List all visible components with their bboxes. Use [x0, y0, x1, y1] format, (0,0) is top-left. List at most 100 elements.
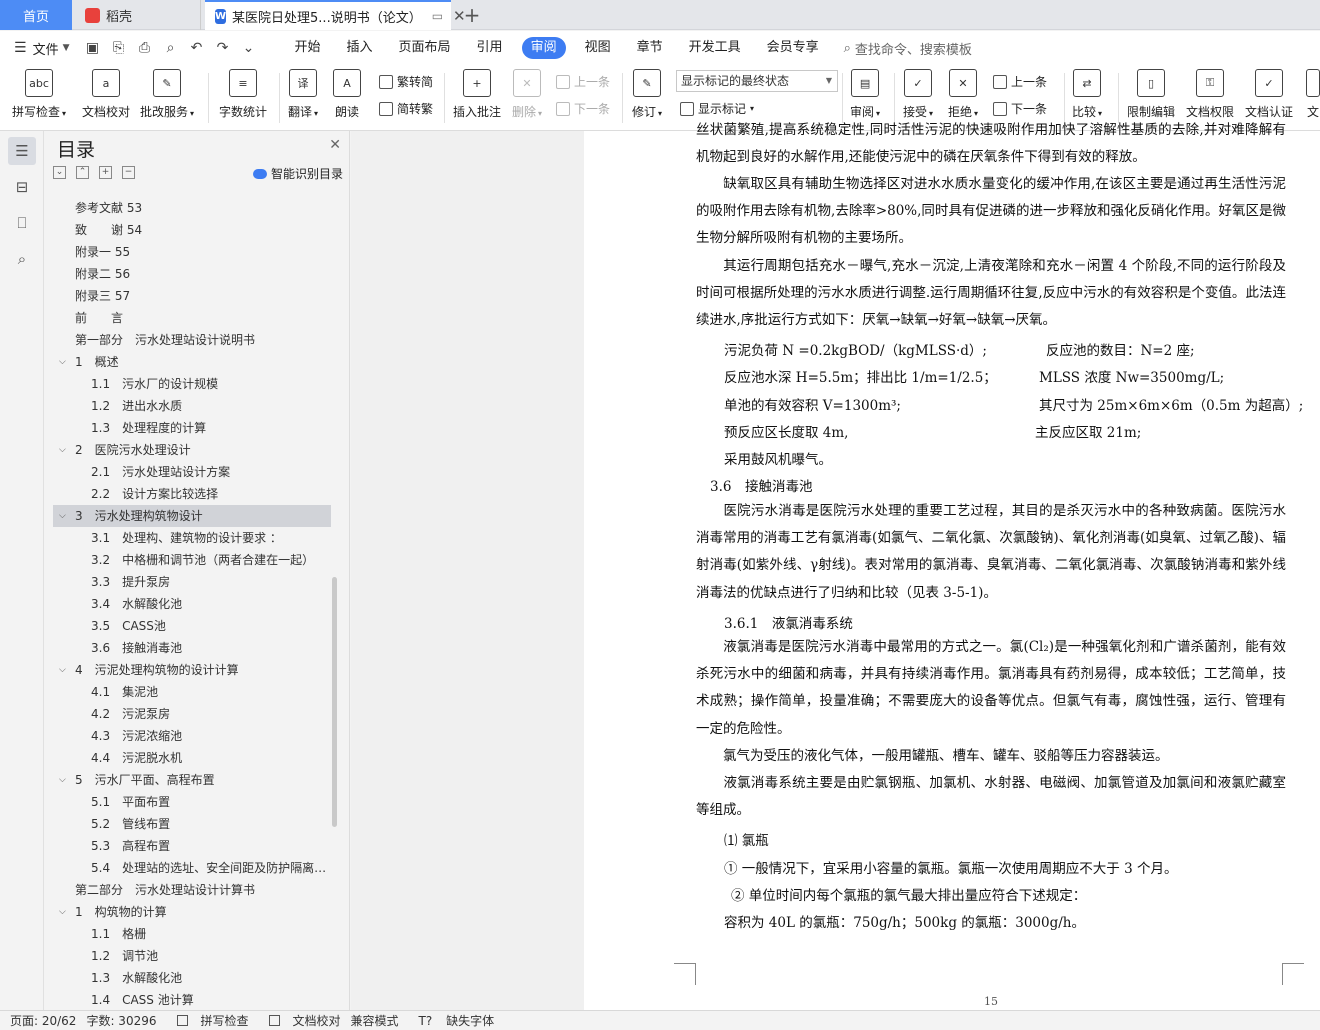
toc-item[interactable]: 3.5 CASS池	[53, 615, 331, 637]
prev-change-button[interactable]: 上一条	[993, 73, 1047, 90]
tab-document[interactable]: W 某医院日处理5...说明书（论文） ▭ ✕	[205, 0, 466, 30]
hamburger-icon[interactable]: ☰	[14, 40, 27, 56]
doc-permission-button[interactable]: ⚿ 文档权限	[1186, 69, 1234, 120]
restrict-edit-button[interactable]: ▯ 限制编辑	[1127, 69, 1175, 120]
toc-item[interactable]: 1.3 水解酸化池	[53, 967, 331, 989]
show-markup-button[interactable]: 显示标记 ▾	[680, 100, 754, 117]
close-icon[interactable]: ✕	[329, 137, 341, 153]
markup-state-select[interactable]: 显示标记的最终状态 ▼	[676, 70, 838, 92]
toc-item[interactable]: 3.4 水解酸化池	[53, 593, 331, 615]
toc-item[interactable]: 前 言	[53, 307, 331, 329]
toc-item[interactable]: 1.2 调节池	[53, 945, 331, 967]
missing-font-status[interactable]: T? 缺失字体	[409, 1012, 495, 1029]
export-pdf-icon[interactable]: ⎘	[110, 40, 128, 56]
undo-icon[interactable]: ↶	[188, 40, 206, 56]
chevron-down-icon[interactable]: ⌵	[59, 505, 66, 527]
delete-comment-button[interactable]: ✕ 删除 ▾	[512, 69, 542, 120]
toc-item[interactable]: ⌵ 4 污泥处理构筑物的设计计算	[53, 659, 331, 681]
toc-item[interactable]: 2.2 设计方案比较选择	[53, 483, 331, 505]
toc-item[interactable]: 1.1 污水厂的设计规模	[53, 373, 331, 395]
reject-button[interactable]: ✕ 拒绝 ▾	[948, 69, 978, 120]
toc-item[interactable]: 附录二 56	[53, 263, 331, 285]
menu-insert[interactable]: 插入	[334, 37, 386, 59]
command-search[interactable]: ⌕ 查找命令、搜索模板	[844, 39, 972, 58]
chevron-down-icon[interactable]: ⌵	[59, 769, 66, 791]
toc-item[interactable]: 1.2 进出水水质	[53, 395, 331, 417]
tab-daoke[interactable]: 稻壳	[73, 0, 201, 30]
redo-icon[interactable]: ↷	[214, 40, 232, 56]
menu-member[interactable]: 会员专享	[754, 37, 832, 59]
more-button[interactable]: 文	[1306, 69, 1320, 120]
bookmark-icon[interactable]: ⎕	[8, 209, 36, 237]
toc-item[interactable]: 参考文献 53	[53, 197, 331, 219]
menu-view[interactable]: 视图	[572, 37, 624, 59]
toc-item[interactable]: 4.4 污泥脱水机	[53, 747, 331, 769]
search-panel-icon[interactable]: ⌕	[8, 245, 36, 273]
doc-check-status[interactable]: 文档校对	[259, 1012, 341, 1029]
menu-start[interactable]: 开始	[282, 37, 334, 59]
toc-item[interactable]: 3.2 中格栅和调节池（两者合建在一起）	[53, 549, 331, 571]
smart-toc-button[interactable]: 智能识别目录	[252, 165, 343, 182]
chevron-down-icon[interactable]: ⌵	[59, 901, 66, 923]
doc-check-button[interactable]: a 文档校对	[82, 69, 130, 120]
next-change-button[interactable]: 下一条	[993, 100, 1047, 117]
doc-cert-button[interactable]: ✓ 文档认证	[1245, 69, 1293, 120]
toc-item[interactable]: 1.3 处理程度的计算	[53, 417, 331, 439]
print-preview-icon[interactable]: ⌕	[162, 40, 180, 56]
toc-panel-icon[interactable]: ☰	[8, 137, 36, 165]
toc-item[interactable]: 3.1 处理构、建筑物的设计要求 ：	[53, 527, 331, 549]
word-count-button[interactable]: ≡ 字数统计	[219, 69, 267, 120]
chevron-down-icon[interactable]: ⌵	[59, 351, 66, 373]
toc-item[interactable]: 第一部分 污水处理站设计说明书	[53, 329, 331, 351]
new-tab-button[interactable]: +	[458, 0, 486, 30]
chapter-nav-icon[interactable]: ⊟	[8, 173, 36, 201]
menu-file[interactable]: 文件	[33, 39, 59, 58]
toc-item[interactable]: 4.3 污泥浓缩池	[53, 725, 331, 747]
simp-to-trad-button[interactable]: 简转繁	[379, 100, 433, 117]
print-icon[interactable]: ⎙	[136, 40, 154, 56]
toc-item[interactable]: 致 谢 54	[53, 219, 331, 241]
page-indicator[interactable]: 页面: 20/62	[10, 1012, 76, 1029]
next-comment-button[interactable]: 下一条	[556, 100, 610, 117]
remove-heading-icon[interactable]: −	[122, 166, 135, 179]
chevron-down-icon[interactable]: ⌵	[59, 439, 66, 461]
read-aloud-button[interactable]: A 朗读	[333, 69, 361, 120]
toc-item[interactable]: ⌵ 1 构筑物的计算	[53, 901, 331, 923]
toc-scrollbar[interactable]	[332, 577, 337, 827]
toc-item[interactable]: 5.2 管线布置	[53, 813, 331, 835]
toc-item[interactable]: 5.1 平面布置	[53, 791, 331, 813]
toc-item[interactable]: ⌵ 2 医院污水处理设计	[53, 439, 331, 461]
toc-item[interactable]: 1.1 格栅	[53, 923, 331, 945]
toc-item[interactable]: 1.4 CASS 池计算	[53, 989, 331, 1011]
spell-check-button[interactable]: abc 拼写检查 ▾	[12, 69, 66, 120]
toc-item[interactable]: ⌵ 5 污水厂平面、高程布置	[53, 769, 331, 791]
screen-icon[interactable]: ▭	[432, 9, 443, 23]
compare-button[interactable]: ⇄ 比较 ▾	[1072, 69, 1102, 120]
toc-item[interactable]: 5.4 处理站的选址、安全间距及防护隔离措施	[53, 857, 331, 879]
batch-service-button[interactable]: ✎ 批改服务 ▾	[140, 69, 194, 120]
save-icon[interactable]: ▣	[84, 40, 102, 56]
menu-chapter[interactable]: 章节	[624, 37, 676, 59]
toc-item[interactable]: 3.6 接触消毒池	[53, 637, 331, 659]
chevron-down-icon[interactable]: ▼	[63, 43, 70, 53]
spell-check-status[interactable]: 拼写检查	[167, 1012, 249, 1029]
toc-item[interactable]: 3.3 提升泵房	[53, 571, 331, 593]
revise-button[interactable]: ✎ 修订 ▾	[632, 69, 662, 120]
toc-item[interactable]: 4.1 集泥池	[53, 681, 331, 703]
prev-comment-button[interactable]: 上一条	[556, 73, 610, 90]
translate-button[interactable]: 译翻译 ▾	[288, 69, 318, 120]
trad-to-simp-button[interactable]: 繁转简	[379, 73, 433, 90]
menu-review[interactable]: 审阅	[521, 37, 566, 59]
menu-reference[interactable]: 引用	[464, 37, 516, 59]
chevron-down-icon[interactable]: ⌵	[59, 659, 66, 681]
tab-home[interactable]: 首页	[0, 0, 72, 30]
toc-item[interactable]: 附录三 57	[53, 285, 331, 307]
accept-button[interactable]: ✓ 接受 ▾	[903, 69, 933, 120]
insert-comment-button[interactable]: + 插入批注	[453, 69, 501, 120]
review-pane-button[interactable]: ▤ 审阅 ▾	[850, 69, 880, 120]
toc-item[interactable]: 4.2 污泥泵房	[53, 703, 331, 725]
toc-item[interactable]: 附录一 55	[53, 241, 331, 263]
menu-devtools[interactable]: 开发工具	[676, 37, 754, 59]
toc-item[interactable]: 第二部分 污水处理站设计计算书	[53, 879, 331, 901]
add-heading-icon[interactable]: +	[99, 166, 112, 179]
